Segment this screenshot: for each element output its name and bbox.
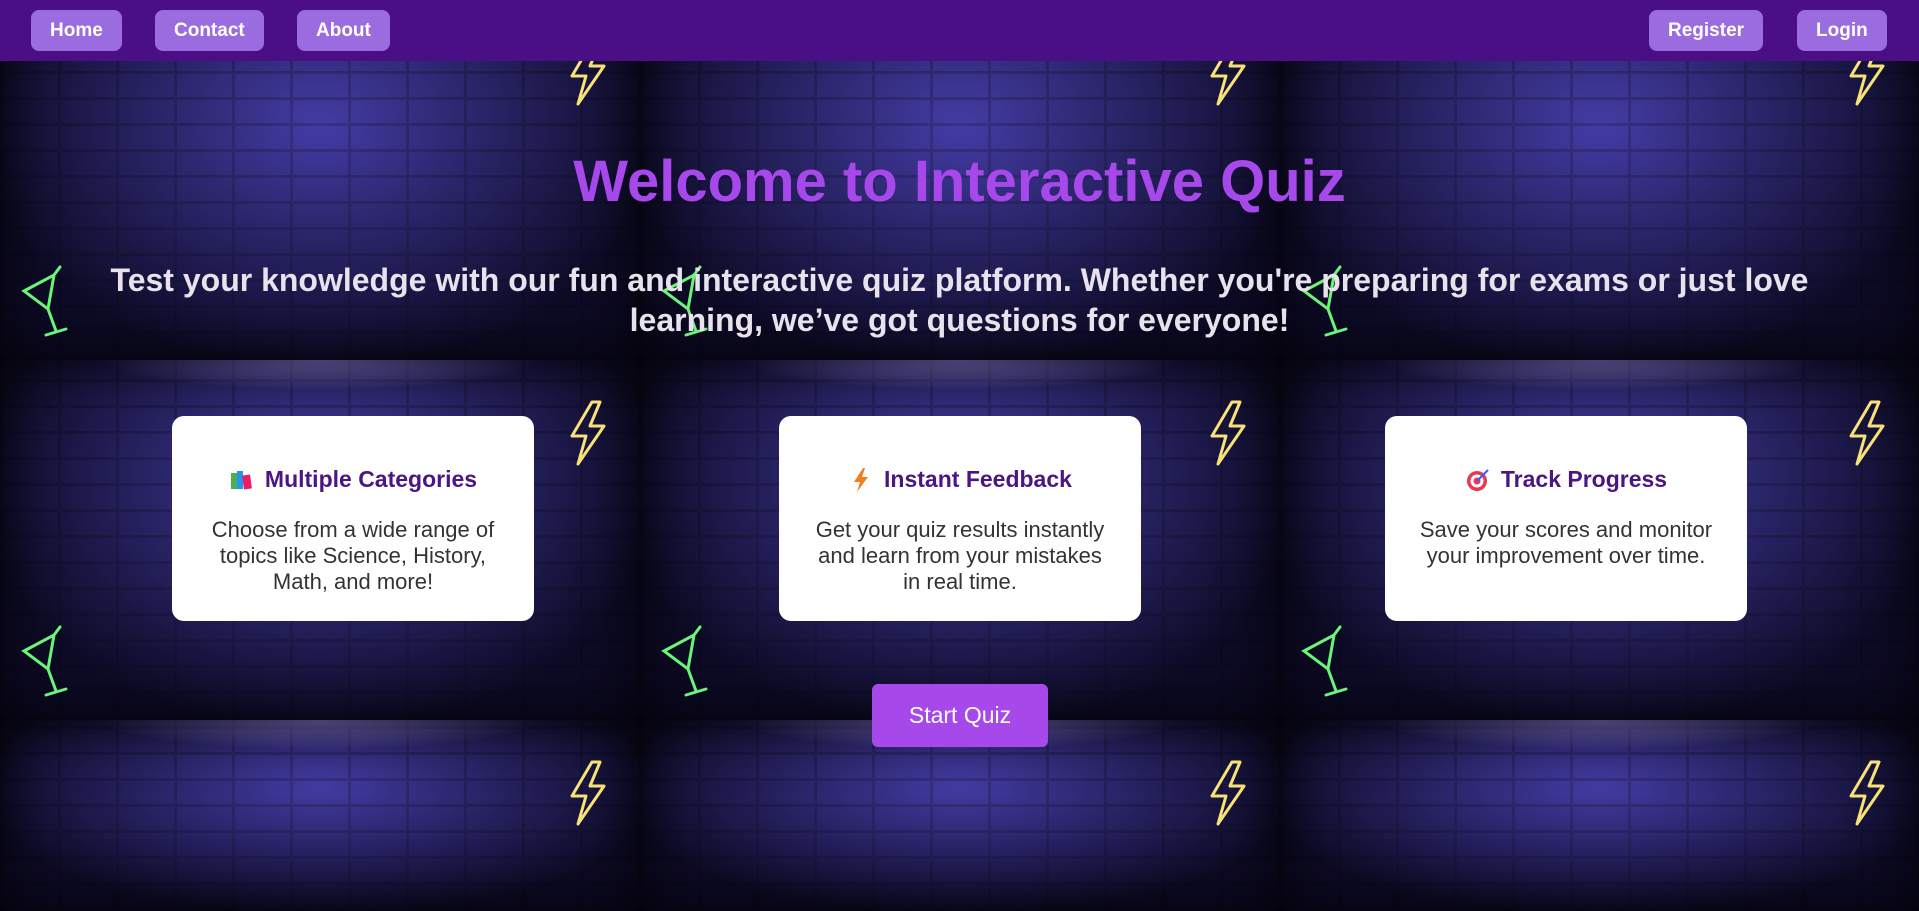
feature-card-description: Get your quiz results instantly and lear… (815, 517, 1105, 594)
feature-card-title: Track Progress (1500, 466, 1668, 492)
background-tile (640, 720, 1280, 911)
feature-card-description: Save your scores and monitor your improv… (1419, 517, 1713, 568)
nav-about-button[interactable]: About (297, 10, 390, 51)
neon-lightning-icon (1210, 760, 1246, 826)
feature-card-title: Multiple Categories (264, 466, 478, 492)
page-title: Welcome to Interactive Quiz (573, 149, 1346, 214)
feature-card-header: Track Progress (1415, 466, 1717, 493)
start-quiz-button[interactable]: Start Quiz (872, 684, 1048, 747)
hero-subtitle: Test your knowledge with our fun and int… (110, 262, 1809, 338)
feature-card-feedback: Instant Feedback Get your quiz results i… (779, 416, 1141, 621)
neon-lightning-icon (1849, 760, 1885, 826)
neon-cocktail-icon (1301, 625, 1348, 697)
feature-card-description: Choose from a wide range of topics like … (211, 517, 495, 594)
neon-lightning-icon (1210, 400, 1246, 466)
nav-login-button[interactable]: Login (1797, 10, 1887, 51)
neon-cocktail-icon (21, 625, 68, 697)
neon-lightning-icon (570, 760, 606, 826)
feature-card-title: Instant Feedback (884, 466, 1072, 492)
nav-register-button[interactable]: Register (1649, 10, 1764, 51)
feature-card-header: Multiple Categories (202, 466, 504, 493)
top-navbar: Home Contact About Register Login (0, 0, 1919, 61)
nav-contact-button[interactable]: Contact (155, 10, 264, 51)
neon-lightning-icon (570, 400, 606, 466)
nav-home-button[interactable]: Home (31, 10, 122, 51)
feature-card-header: Instant Feedback (809, 466, 1111, 493)
target-icon (1466, 468, 1489, 491)
background-tile (0, 720, 640, 911)
books-icon (230, 470, 252, 489)
neon-lightning-icon (1849, 400, 1885, 466)
lightning-icon (854, 467, 869, 492)
feature-card-progress: Track Progress Save your scores and moni… (1385, 416, 1747, 621)
neon-cocktail-icon (661, 625, 708, 697)
background-tile (1280, 720, 1919, 911)
feature-card-categories: Multiple Categories Choose from a wide r… (172, 416, 534, 621)
